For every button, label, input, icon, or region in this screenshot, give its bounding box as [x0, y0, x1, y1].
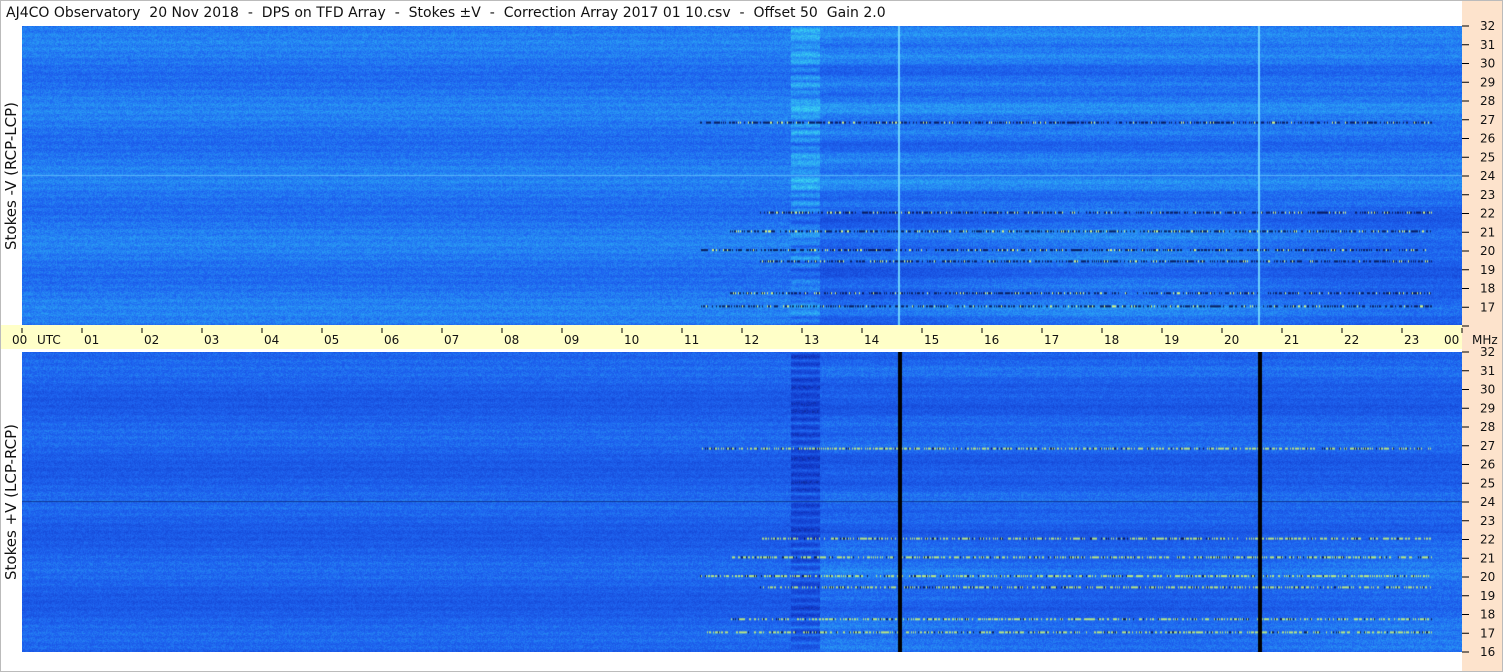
hour-label: 04 [264, 333, 279, 347]
freq-label: 29 [1480, 401, 1495, 415]
hour-label: 14 [864, 333, 879, 347]
freq-label: 26 [1480, 458, 1495, 472]
hour-label: 12 [744, 333, 759, 347]
freq-label: 19 [1480, 263, 1495, 277]
hour-label: 02 [144, 333, 159, 347]
hour-label: 07 [444, 333, 459, 347]
hour-label: 20 [1224, 333, 1239, 347]
hour-label: 23 [1404, 333, 1419, 347]
freq-label: 22 [1480, 207, 1495, 221]
utc-unit-label: UTC [37, 333, 61, 347]
hour-label: 16 [984, 333, 999, 347]
freq-label: 31 [1480, 38, 1495, 52]
freq-label: 27 [1480, 113, 1495, 127]
freq-label: 25 [1480, 150, 1495, 164]
freq-label: 28 [1480, 94, 1495, 108]
hour-label: 17 [1044, 333, 1059, 347]
freq-label: 25 [1480, 476, 1495, 490]
hour-label: 06 [384, 333, 399, 347]
freq-label: 23 [1480, 188, 1495, 202]
hour-label: 21 [1284, 333, 1299, 347]
freq-label: 19 [1480, 589, 1495, 603]
hour-label: 00 [1444, 333, 1459, 347]
freq-label: 22 [1480, 533, 1495, 547]
freq-label: 23 [1480, 514, 1495, 528]
hour-label: 05 [324, 333, 339, 347]
freq-label: 21 [1480, 551, 1495, 565]
freq-label: 24 [1480, 495, 1495, 509]
freq-label: 17 [1480, 300, 1495, 314]
freq-label: 20 [1480, 244, 1495, 258]
freq-label: 27 [1480, 439, 1495, 453]
freq-label: 29 [1480, 75, 1495, 89]
hour-label: 19 [1164, 333, 1179, 347]
freq-label: 26 [1480, 132, 1495, 146]
hour-label: 03 [204, 333, 219, 347]
freq-label: 17 [1480, 626, 1495, 640]
freq-label: 18 [1480, 282, 1495, 296]
freq-label: 30 [1480, 57, 1495, 71]
hour-label: 22 [1344, 333, 1359, 347]
freq-label: 24 [1480, 169, 1495, 183]
freq-label: 20 [1480, 570, 1495, 584]
hour-label: 09 [564, 333, 579, 347]
hour-label: 10 [624, 333, 639, 347]
hour-label: 15 [924, 333, 939, 347]
hour-label: 13 [804, 333, 819, 347]
hour-label: 01 [84, 333, 99, 347]
freq-label: 16 [1480, 645, 1495, 659]
freq-label: 31 [1480, 364, 1495, 378]
freq-label: 30 [1480, 383, 1495, 397]
freq-label: 32 [1480, 19, 1495, 33]
hour-label: 08 [504, 333, 519, 347]
freq-label: 18 [1480, 608, 1495, 622]
freq-label: 21 [1480, 225, 1495, 239]
axis-overlay: 00 01 02 03 04 05 06 07 08 09 10 11 12 13 14 15 16 17 18 19… [12, 19, 1498, 659]
hour-label: 00 [12, 333, 27, 347]
freq-label: 32 [1480, 345, 1495, 359]
hour-label: 11 [684, 333, 699, 347]
hour-label: 18 [1104, 333, 1119, 347]
freq-label: 28 [1480, 420, 1495, 434]
